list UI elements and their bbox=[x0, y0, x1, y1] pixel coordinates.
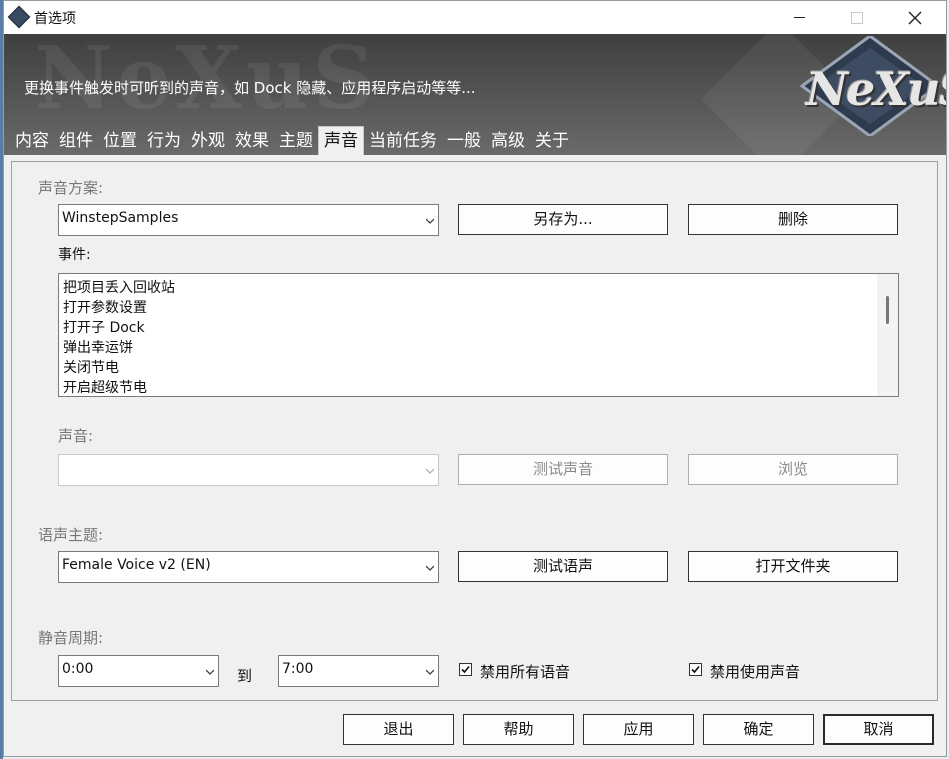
maximize-button[interactable] bbox=[828, 1, 886, 34]
save-as-button[interactable]: 另存为... bbox=[458, 204, 668, 235]
test-sound-button[interactable]: 测试声音 bbox=[458, 454, 668, 485]
list-item[interactable]: 关闭节电 bbox=[63, 357, 119, 377]
tab-advanced[interactable]: 高级 bbox=[486, 128, 530, 155]
quiet-to-select[interactable]: 7:00 bbox=[278, 655, 439, 687]
checkmark-icon bbox=[461, 665, 470, 674]
disable-sounds-checkbox[interactable] bbox=[689, 663, 702, 676]
minimize-button[interactable] bbox=[770, 1, 828, 34]
quiet-to-value: 7:00 bbox=[282, 661, 314, 677]
sound-scheme-value: WinstepSamples bbox=[62, 210, 179, 226]
chevron-down-icon bbox=[426, 218, 434, 224]
ok-button[interactable]: 确定 bbox=[703, 714, 814, 745]
list-item[interactable]: 打开参数设置 bbox=[63, 297, 147, 317]
banner-description: 更换事件触发时可听到的声音，如 Dock 隐藏、应用程序启动等等... bbox=[24, 79, 476, 97]
preferences-window: 首选项 NeXuS 更换事件触发时可听到的声音，如 Dock 隐藏、应用程序启动… bbox=[3, 0, 947, 757]
title-bar: 首选项 bbox=[4, 1, 946, 34]
tab-behavior[interactable]: 行为 bbox=[142, 128, 186, 155]
sound-scheme-label: 声音方案: bbox=[38, 179, 104, 197]
tab-bar: 内容 组件 位置 行为 外观 效果 主题 声音 当前任务 一般 高级 关于 bbox=[10, 126, 574, 155]
exit-button[interactable]: 退出 bbox=[343, 714, 454, 745]
tab-appearance[interactable]: 外观 bbox=[186, 128, 230, 155]
sound-scheme-select[interactable]: WinstepSamples bbox=[58, 204, 439, 236]
tab-content[interactable]: 内容 bbox=[10, 128, 54, 155]
scrollbar-thumb[interactable] bbox=[886, 296, 889, 324]
chevron-down-icon bbox=[426, 669, 434, 675]
close-button[interactable] bbox=[886, 1, 944, 34]
sound-label: 声音: bbox=[58, 427, 94, 445]
cancel-button[interactable]: 取消 bbox=[823, 714, 934, 745]
apply-button[interactable]: 应用 bbox=[583, 714, 694, 745]
browse-button[interactable]: 浏览 bbox=[688, 454, 898, 485]
list-item[interactable]: 打开子 Dock bbox=[63, 317, 145, 337]
window-title: 首选项 bbox=[34, 11, 76, 27]
tab-running-tasks[interactable]: 当前任务 bbox=[364, 128, 442, 155]
chevron-down-icon bbox=[206, 669, 214, 675]
quiet-period-label: 静音周期: bbox=[38, 629, 104, 647]
voice-theme-label: 语声主题: bbox=[38, 526, 104, 544]
sound-select[interactable] bbox=[58, 454, 439, 486]
tab-position[interactable]: 位置 bbox=[98, 128, 142, 155]
tab-about[interactable]: 关于 bbox=[530, 128, 574, 155]
list-item[interactable]: 弹出幸运饼 bbox=[63, 337, 133, 357]
disable-voices-checkbox[interactable] bbox=[459, 663, 472, 676]
open-folder-button[interactable]: 打开文件夹 bbox=[688, 551, 898, 582]
chevron-down-icon bbox=[426, 468, 434, 474]
nexus-logo-text: NeXuS bbox=[806, 62, 946, 116]
app-icon bbox=[7, 5, 31, 29]
list-item[interactable]: 开启超级节电 bbox=[63, 377, 147, 396]
events-label: 事件: bbox=[58, 247, 91, 263]
voice-theme-value: Female Voice v2 (EN) bbox=[62, 557, 211, 573]
test-voice-button[interactable]: 测试语声 bbox=[458, 551, 668, 582]
quiet-from-value: 0:00 bbox=[62, 661, 94, 677]
list-item[interactable]: 把项目丢入回收站 bbox=[63, 277, 175, 297]
tab-components[interactable]: 组件 bbox=[54, 128, 98, 155]
minimize-icon bbox=[793, 17, 805, 18]
checkmark-icon bbox=[691, 665, 700, 674]
delete-button[interactable]: 删除 bbox=[688, 204, 898, 235]
sounds-panel: 声音方案: WinstepSamples 另存为... 删除 事件: 把项目丢入… bbox=[11, 161, 938, 701]
voice-theme-select[interactable]: Female Voice v2 (EN) bbox=[58, 551, 439, 583]
tab-themes[interactable]: 主题 bbox=[274, 128, 318, 155]
chevron-down-icon bbox=[426, 565, 434, 571]
events-list[interactable]: 把项目丢入回收站 打开参数设置 打开子 Dock 弹出幸运饼 关闭节电 开启超级… bbox=[58, 273, 899, 397]
maximize-icon bbox=[851, 11, 863, 24]
tab-general[interactable]: 一般 bbox=[442, 128, 486, 155]
disable-sounds-label[interactable]: 禁用使用声音 bbox=[710, 661, 800, 682]
quiet-from-select[interactable]: 0:00 bbox=[58, 655, 219, 687]
disable-voices-label[interactable]: 禁用所有语音 bbox=[480, 661, 570, 682]
tab-effects[interactable]: 效果 bbox=[230, 128, 274, 155]
help-button[interactable]: 帮助 bbox=[463, 714, 574, 745]
events-scrollbar[interactable] bbox=[877, 274, 898, 396]
to-label: 到 bbox=[237, 667, 253, 685]
tab-sounds[interactable]: 声音 bbox=[318, 126, 364, 155]
header-banner: NeXuS 更换事件触发时可听到的声音，如 Dock 隐藏、应用程序启动等等..… bbox=[4, 34, 946, 155]
close-icon bbox=[908, 11, 922, 24]
